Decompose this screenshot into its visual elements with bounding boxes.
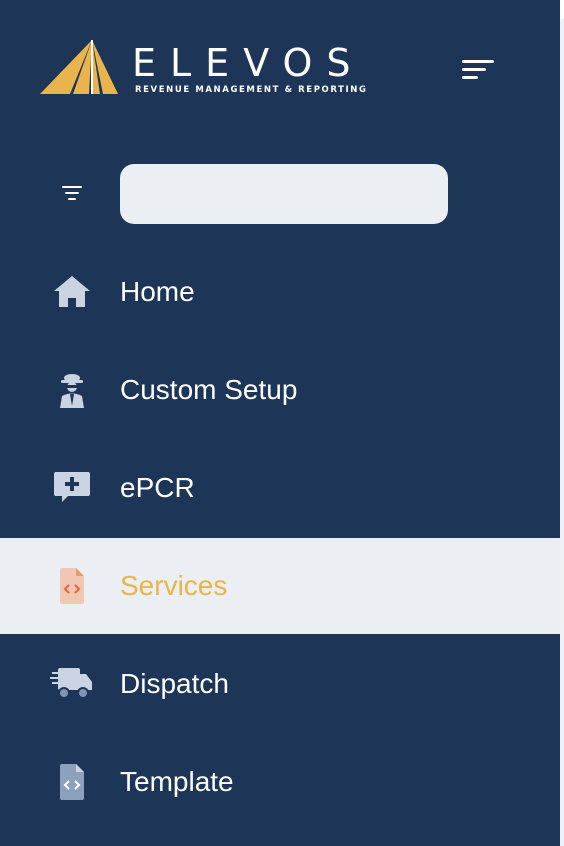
nav-item-dispatch[interactable]: Dispatch <box>0 636 560 732</box>
brand-tagline: REVENUE MANAGEMENT & REPORTING <box>135 85 368 95</box>
sidebar: ELEVOS REVENUE MANAGEMENT & REPORTING Ho… <box>0 0 560 846</box>
menu-toggle-button[interactable] <box>458 56 498 86</box>
filter-icon[interactable] <box>58 180 86 208</box>
truck-icon <box>50 668 92 699</box>
nav-item-label: Template <box>120 766 234 797</box>
content-panel-edge <box>560 18 564 846</box>
agent-icon <box>60 374 84 408</box>
nav-item-label: Custom Setup <box>120 374 298 405</box>
nav-item-epcr[interactable]: ePCR <box>0 440 560 536</box>
nav-item-custom-setup[interactable]: Custom Setup <box>0 342 560 438</box>
logo-mark-icon <box>40 40 118 94</box>
nav-item-home[interactable]: Home <box>0 244 560 340</box>
nav-item-label: ePCR <box>120 472 195 503</box>
nav-item-template[interactable]: Template <box>0 734 560 830</box>
search-input[interactable] <box>120 164 448 224</box>
nav-item-label: Services <box>120 570 228 601</box>
brand-logo[interactable]: ELEVOS REVENUE MANAGEMENT & REPORTING <box>40 40 366 98</box>
nav-item-services[interactable]: Services <box>0 538 560 634</box>
nav-item-label: Dispatch <box>120 668 229 699</box>
brand-name: ELEVOS <box>132 41 365 85</box>
nav-item-label: Home <box>120 276 195 307</box>
comment-plus-icon <box>54 472 90 502</box>
file-code-icon <box>60 764 84 800</box>
home-icon <box>54 276 90 307</box>
menu-icon <box>462 60 494 79</box>
file-code-icon <box>60 568 84 604</box>
